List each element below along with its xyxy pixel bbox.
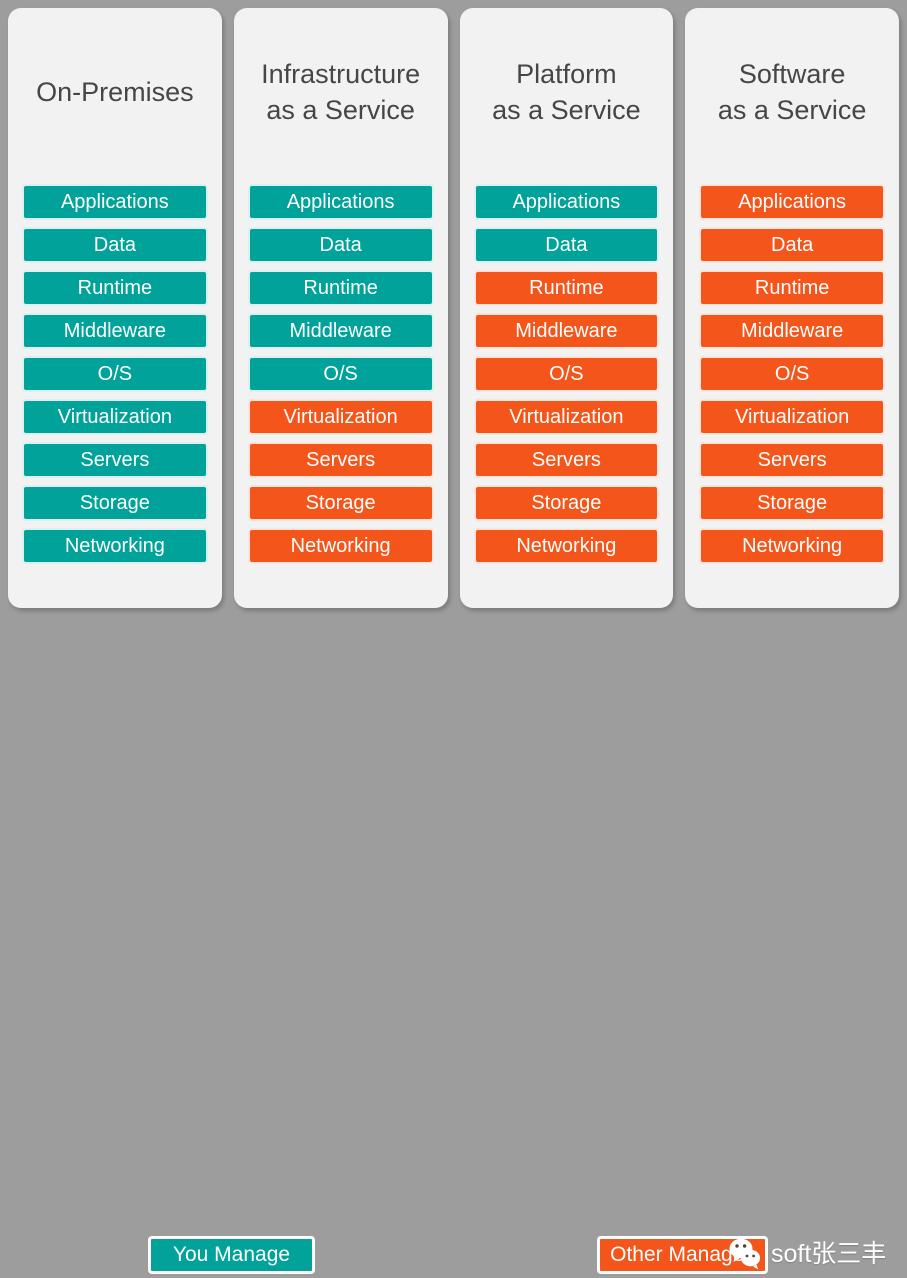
layer-chip[interactable]: Storage (699, 485, 885, 521)
layer-stack: Applications Data Runtime Middleware O/S Virt… (247, 184, 434, 582)
legend: You Manage Other Manages soft张三丰 (0, 615, 907, 1274)
watermark-text: soft张三丰 (771, 1240, 887, 1268)
layer-chip[interactable]: Data (247, 227, 434, 263)
layer-chip[interactable]: Middleware (473, 313, 660, 349)
layer-chip[interactable]: Runtime (473, 270, 660, 306)
layer-stack: Applications Data Runtime Middleware O/S Virt… (22, 184, 208, 582)
column-title-infrastructure-as-a-service: Infrastructure as a Service (248, 8, 434, 184)
layer-stack: Applications Data Runtime Middleware O/S Virt… (699, 184, 885, 582)
column-title-on-premises: On-Premises (22, 8, 208, 184)
layer-chip[interactable]: Middleware (22, 313, 208, 349)
column-title-line1: Infrastructure (261, 59, 421, 89)
column-title-platform-as-a-service: Platform as a Service (474, 8, 660, 184)
layer-chip[interactable]: Storage (473, 485, 660, 521)
column-title-line1: Platform (516, 59, 617, 89)
column-title-line1: Software (738, 59, 846, 89)
layer-chip[interactable]: Storage (247, 485, 434, 521)
layer-chip[interactable]: Networking (247, 528, 434, 564)
layer-chip[interactable]: Data (22, 227, 208, 263)
layer-chip[interactable]: Networking (699, 528, 885, 564)
layer-chip[interactable]: Applications (22, 184, 208, 220)
layer-chip[interactable]: Servers (22, 442, 208, 478)
layer-chip[interactable]: Virtualization (699, 399, 885, 435)
layer-chip[interactable]: Middleware (247, 313, 434, 349)
responsibility-model-diagram: On-Premises Applications Data Runtime Middle… (0, 0, 907, 1274)
layer-chip[interactable]: Servers (699, 442, 885, 478)
layer-chip[interactable]: Applications (699, 184, 885, 220)
watermark: soft张三丰 (726, 1231, 886, 1277)
layer-chip[interactable]: Networking (22, 528, 208, 564)
column-title-software-as-a-service: Software as a Service (699, 8, 885, 184)
column-title-line1: On-Premises (36, 77, 194, 107)
layer-chip[interactable]: Virtualization (247, 399, 434, 435)
column-on-premises: On-Premises Applications Data Runtime Middle… (8, 8, 222, 608)
service-model-columns: On-Premises Applications Data Runtime Middle… (8, 8, 899, 608)
layer-chip[interactable]: O/S (247, 356, 434, 392)
layer-chip[interactable]: Networking (473, 528, 660, 564)
layer-chip[interactable]: Runtime (247, 270, 434, 306)
column-title-line2: as a Service (492, 95, 641, 125)
column-title-line2: as a Service (266, 95, 415, 125)
legend-you-manage[interactable]: You Manage (148, 1236, 315, 1274)
layer-chip[interactable]: Runtime (699, 270, 885, 306)
layer-chip[interactable]: Middleware (699, 313, 885, 349)
column-title-line2: as a Service (717, 95, 867, 125)
layer-stack: Applications Data Runtime Middleware O/S Virt… (473, 184, 660, 582)
layer-chip[interactable]: Data (699, 227, 885, 263)
layer-chip[interactable]: Virtualization (473, 399, 660, 435)
column-infrastructure-as-a-service: Infrastructure as a Service Applications Da… (233, 8, 448, 608)
layer-chip[interactable]: Applications (247, 184, 434, 220)
column-software-as-a-service: Software as a Service Applications Data Runt… (685, 8, 899, 608)
layer-chip[interactable]: O/S (22, 356, 208, 392)
layer-chip[interactable]: Virtualization (22, 399, 208, 435)
layer-chip[interactable]: O/S (473, 356, 660, 392)
column-platform-as-a-service: Platform as a Service Applications Data Runt… (459, 8, 674, 608)
layer-chip[interactable]: Storage (22, 485, 208, 521)
layer-chip[interactable]: O/S (699, 356, 885, 392)
layer-chip[interactable]: Servers (247, 442, 434, 478)
layer-chip[interactable]: Servers (473, 442, 660, 478)
layer-chip[interactable]: Applications (473, 184, 660, 220)
layer-chip[interactable]: Runtime (22, 270, 208, 306)
layer-chip[interactable]: Data (473, 227, 660, 263)
wechat-icon (726, 1235, 764, 1273)
